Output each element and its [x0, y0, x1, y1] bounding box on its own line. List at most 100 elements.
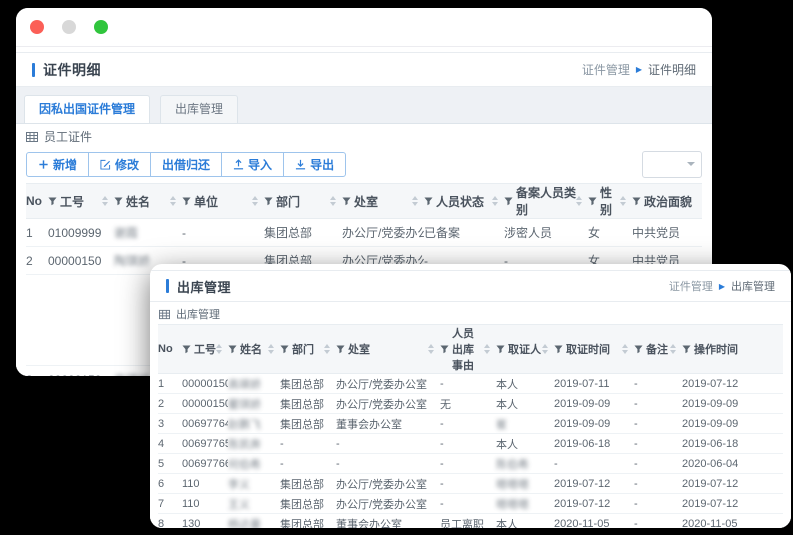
table-cell: 办公厅/党委办公室 — [336, 493, 440, 514]
filter-icon[interactable] — [182, 344, 191, 354]
breadcrumb-arrow-icon: ▶ — [635, 65, 642, 74]
column-label: 部门 — [292, 344, 314, 356]
column-header[interactable]: 单位 — [182, 183, 264, 219]
table-cell: 2020-06-04 — [682, 453, 783, 474]
lend-return-button[interactable]: 出借归还 — [150, 152, 223, 177]
maximize-button[interactable] — [94, 20, 108, 34]
filter-icon[interactable] — [632, 196, 641, 206]
filter-icon[interactable] — [634, 344, 643, 354]
table-cell: 集团总部 — [280, 473, 336, 494]
filter-icon[interactable] — [336, 344, 345, 354]
column-header[interactable]: No — [26, 183, 48, 219]
column-header[interactable]: 处室 — [342, 183, 424, 219]
sort-icon[interactable] — [324, 344, 332, 354]
column-label: 取证人 — [508, 344, 541, 356]
filter-icon[interactable] — [114, 196, 123, 206]
table-cell: 2020-11-05 — [554, 513, 634, 528]
column-header[interactable]: 工号 — [48, 183, 114, 219]
breadcrumb-parent[interactable]: 证件管理 — [669, 278, 713, 294]
table-row[interactable]: 3 00697764 赵鹏飞 集团总部 董事会办公室 - 崔 2019-09-09-2019-… — [158, 413, 783, 434]
table-row[interactable]: 7 110 王义 集团总部 办公厅/党委办公室 - 嗯嗯嗯 2019-07-12-2019-0… — [158, 493, 783, 514]
filter-icon[interactable] — [280, 344, 289, 354]
column-header[interactable]: 人员出库事由 — [440, 324, 496, 374]
filter-icon[interactable] — [264, 196, 273, 206]
filter-icon[interactable] — [440, 344, 449, 354]
column-header[interactable]: 操作时间 — [682, 324, 783, 374]
sort-icon[interactable] — [542, 344, 550, 354]
filter-icon[interactable] — [504, 196, 513, 206]
table-cell: 6 — [158, 473, 182, 494]
sort-icon[interactable] — [428, 344, 436, 354]
column-header[interactable]: 姓名 — [228, 324, 280, 374]
sort-icon[interactable] — [620, 196, 628, 206]
lend-return-button-label: 出借归还 — [162, 158, 211, 172]
column-header[interactable]: 姓名 — [114, 183, 182, 219]
column-header[interactable]: 部门 — [264, 183, 342, 219]
sort-icon[interactable] — [576, 196, 584, 206]
table-row[interactable]: 101009999谢霞-集团总部办公厅/党委办公室已备案涉密人员女中共党员 — [26, 218, 702, 247]
table-row[interactable]: 4 00697765 陈凯奔 - - - 本人 2019-06-18-2019-06-18 — [158, 433, 783, 454]
column-label: 处室 — [348, 344, 370, 356]
filter-icon[interactable] — [424, 196, 433, 206]
import-button[interactable]: 导入 — [221, 152, 285, 177]
sort-icon[interactable] — [484, 344, 492, 354]
column-header[interactable]: 取证时间 — [554, 324, 634, 374]
column-header[interactable]: 性别 — [588, 183, 632, 219]
sort-icon[interactable] — [412, 196, 420, 206]
table-row[interactable]: 6 110 李义 集团总部 办公厅/党委办公室 - 嗯嗯嗯 2019-07-12-2019-0… — [158, 473, 783, 494]
table-cell: - — [634, 373, 682, 394]
upload-icon — [233, 159, 244, 170]
column-header[interactable]: 备案人员类别 — [504, 183, 588, 219]
column-header[interactable]: 取证人 — [496, 324, 554, 374]
filter-icon[interactable] — [682, 344, 691, 354]
table-cell: 2 — [26, 246, 48, 275]
toolbar-filter-select[interactable] — [642, 151, 702, 178]
table-row[interactable]: 2 00000150 瞿琪娇 集团总部 办公厅/党委办公室无本人 2019-09-09-2… — [158, 393, 783, 414]
filter-icon[interactable] — [182, 196, 191, 206]
table-row[interactable]: 8 130 杨达曼 集团总部 董事会办公室 员工离职 本人 2020-11-05-2020-1… — [158, 513, 783, 528]
sort-icon[interactable] — [216, 344, 224, 354]
sort-icon[interactable] — [492, 196, 500, 206]
filter-icon[interactable] — [48, 196, 57, 206]
filter-icon[interactable] — [228, 344, 237, 354]
sort-icon[interactable] — [252, 196, 260, 206]
sort-icon[interactable] — [622, 344, 630, 354]
close-button[interactable] — [30, 20, 44, 34]
tab-outbound-management[interactable]: 出库管理 — [160, 95, 239, 123]
table-row[interactable]: 1 00000150 高瑛娇 集团总部 办公厅/党委办公室 - 本人 2019-07-11-2… — [158, 373, 783, 394]
table-cell: 瞿琪娇 — [228, 393, 280, 414]
table-cell: 110 — [182, 473, 228, 494]
column-header[interactable]: 人员状态 — [424, 183, 504, 219]
download-icon — [295, 159, 306, 170]
filter-icon[interactable] — [342, 196, 351, 206]
filter-icon[interactable] — [496, 344, 505, 354]
table-cell: - — [440, 453, 496, 474]
table-cell: 00697765 — [182, 433, 228, 454]
table-header-row: No 工号 姓名 部门 处室 人员出库事由 取证人 取证时间 备注 操作时间 — [158, 324, 783, 374]
column-header[interactable]: 工号 — [182, 324, 228, 374]
tab-private-abroad-certificates[interactable]: 因私出国证件管理 — [24, 95, 151, 123]
filter-icon[interactable] — [588, 196, 597, 206]
column-header[interactable]: 部门 — [280, 324, 336, 374]
table-row[interactable]: 5 00697766 何伯希 - - - 陈伯希 - -2020-06-04 — [158, 453, 783, 474]
breadcrumb-parent[interactable]: 证件管理 — [582, 61, 630, 78]
window-outbound-management: 出库管理 证件管理 ▶ 出库管理 出库管理 No 工号 姓名 部门 处室 人员出… — [150, 264, 791, 528]
sort-icon[interactable] — [170, 196, 178, 206]
sort-icon[interactable] — [268, 344, 276, 354]
page-title: 出库管理 — [177, 279, 232, 295]
column-header[interactable]: 处室 — [336, 324, 440, 374]
table-cell: - — [440, 373, 496, 394]
sort-icon[interactable] — [330, 196, 338, 206]
table-cell: 办公厅/党委办公室 — [336, 373, 440, 394]
edit-button[interactable]: 修改 — [88, 152, 152, 177]
filter-icon[interactable] — [554, 344, 563, 354]
column-header[interactable]: 政治面貌 — [632, 183, 702, 219]
add-button[interactable]: 新增 — [26, 152, 90, 177]
sort-icon[interactable] — [670, 344, 678, 354]
sort-icon[interactable] — [102, 196, 110, 206]
column-header[interactable]: 备注 — [634, 324, 682, 374]
minimize-button[interactable] — [62, 20, 76, 34]
edit-button-label: 修改 — [115, 158, 140, 172]
column-header[interactable]: No — [158, 324, 182, 374]
export-button[interactable]: 导出 — [283, 152, 347, 177]
